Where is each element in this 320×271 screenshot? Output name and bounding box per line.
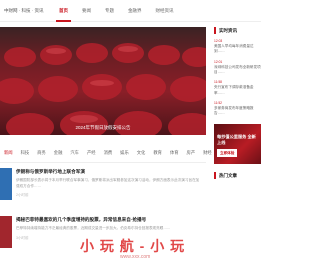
news-text[interactable]: 多家券商发布年度策略报告……	[214, 106, 254, 115]
category-tab[interactable]: 消费	[100, 150, 117, 156]
nav-item-home[interactable]: 首页	[52, 0, 75, 22]
news-text[interactable]: 深圳科技公司发布全新研发项目……	[214, 65, 261, 74]
category-tab[interactable]: 房产	[183, 150, 200, 156]
site-brand[interactable]: 中财网 · 科技 · 资讯	[4, 8, 48, 14]
hero-image	[0, 43, 206, 135]
article-thumbnail[interactable]	[0, 216, 12, 248]
top-bar: 中财网 · 科技 · 资讯 首页 要闻 专题 金融界 财经资讯	[0, 0, 261, 22]
watermark-logo: 小 玩 航 - 小 玩	[80, 238, 186, 254]
article-item[interactable]: 伊朗称与俄罗斯举行地上联合军演 伊朗国防部长表示将于本月举行联合军事演习，俄罗斯…	[0, 168, 206, 200]
nav-item-topics[interactable]: 专题	[98, 0, 121, 22]
category-tab[interactable]: 科技	[17, 150, 34, 156]
hero-banner[interactable]: 2024年节假日放假安排公告	[0, 27, 206, 135]
sidebar-ad-banner[interactable]: 每抄值公里服务 全新上线 立即体验	[214, 124, 261, 165]
sidebar-news-item[interactable]: 11:58 央行宣布下调存款准备金率……	[214, 80, 261, 96]
article-thumbnail[interactable]	[0, 168, 12, 200]
article-title[interactable]: 揭秘巴菲特最喜欢的几个季度增持的股票，异常信息来自·抢播号	[16, 216, 202, 223]
category-tab[interactable]: 文化	[133, 150, 150, 156]
sidebar-news-item[interactable]: 12:01 深圳科技公司发布全新研发项目……	[214, 60, 261, 76]
category-tab[interactable]: 产经	[83, 150, 100, 156]
nav-item-news[interactable]: 要闻	[75, 0, 98, 22]
sidebar-section-heading: 热门文章	[214, 172, 261, 180]
category-tab[interactable]: 教育	[149, 150, 166, 156]
sidebar-news-item[interactable]: 12:03 美国人早均每年消费量达到……	[214, 39, 261, 55]
article-summary: 伊朗国防部长表示将于本月举行联合军事演习，俄罗斯将派出军舰参加这次演习活动，伊朗…	[16, 178, 200, 188]
main-nav: 首页 要闻 专题 金融界 财经资讯	[52, 0, 181, 22]
nav-item-info[interactable]: 财经资讯	[149, 0, 181, 22]
watermark-url: www.xxx.com	[120, 254, 151, 260]
hero-caption[interactable]: 2024年节假日放假安排公告	[0, 125, 206, 131]
category-tabs: 新闻 科技 商务 金融 汽车 产经 消费 娱乐 文化 教育 体育 房产 财经	[0, 143, 212, 163]
sidebar-news-item[interactable]: 11:52 多家券商发布年度策略报告……	[214, 101, 261, 117]
article-summary: 巴菲特持续增持能力不乏最经典的股票，近期成交量进一步加大。伯克希尔持仓回报表现亮…	[16, 226, 171, 230]
category-tab[interactable]: 新闻	[0, 150, 17, 156]
article-title[interactable]: 伊朗称与俄罗斯举行地上联合军演	[16, 168, 202, 175]
category-tab[interactable]: 体育	[166, 150, 183, 156]
ad-button[interactable]: 立即体验	[217, 149, 238, 158]
category-tab[interactable]: 商务	[33, 150, 50, 156]
sidebar: 实时资讯 12:03 美国人早均每年消费量达到…… 12:01 深圳科技公司发布…	[214, 27, 261, 271]
category-tab[interactable]: 娱乐	[116, 150, 133, 156]
news-text[interactable]: 美国人早均每年消费量达到……	[214, 44, 254, 53]
category-tab[interactable]: 金融	[50, 150, 67, 156]
article-time: 2小时前	[16, 193, 29, 197]
nav-item-finance[interactable]: 金融界	[121, 0, 149, 22]
news-text[interactable]: 央行宣布下调存款准备金率……	[214, 85, 254, 94]
sidebar-heading: 实时资讯	[214, 27, 261, 34]
category-tab[interactable]: 汽车	[66, 150, 83, 156]
ad-title: 每抄值公里服务 全新上线	[217, 134, 256, 146]
